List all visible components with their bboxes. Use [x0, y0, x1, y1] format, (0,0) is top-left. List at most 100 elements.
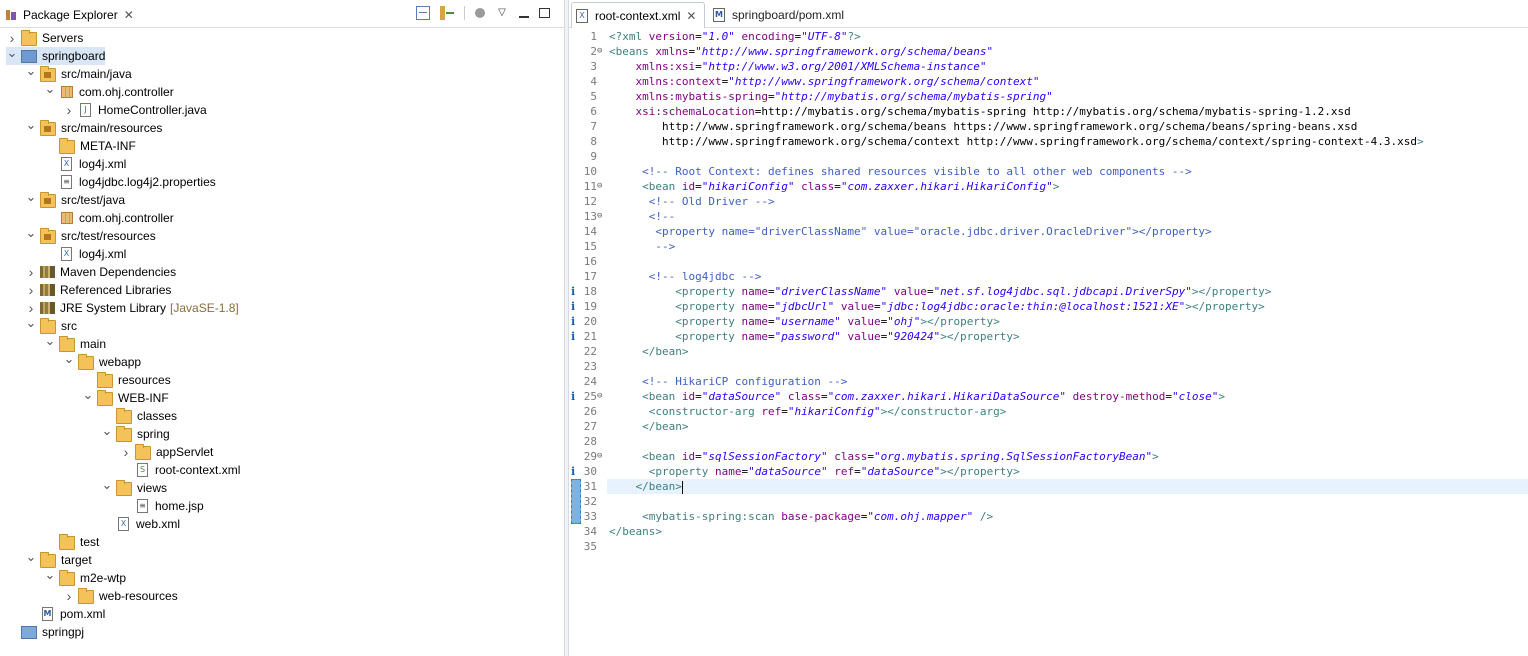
- tree-item[interactable]: Xweb.xml: [101, 515, 180, 533]
- fold-icon[interactable]: ⊖: [597, 209, 607, 224]
- code-line: xsi:schemaLocation=http://mybatis.org/sc…: [635, 105, 1351, 118]
- tree-item[interactable]: ⌄ spring: [101, 423, 170, 443]
- tree-item[interactable]: › Referenced Libraries: [25, 281, 172, 299]
- tree-item[interactable]: ⌄ src/main/resources: [25, 117, 162, 137]
- chevron-right-icon[interactable]: ›: [6, 30, 18, 46]
- tree-item[interactable]: com.ohj.controller: [44, 209, 174, 227]
- tree-item[interactable]: test: [44, 533, 99, 551]
- tree-item[interactable]: › Maven Dependencies: [25, 263, 176, 281]
- line-number: 34: [583, 525, 597, 538]
- java-file-icon: J: [80, 103, 91, 117]
- code-line: <!-- log4jdbc -->: [609, 270, 762, 283]
- line-number: 27: [583, 420, 597, 433]
- tree-item[interactable]: › web-resources: [63, 587, 178, 605]
- maven-project-icon: [21, 49, 37, 63]
- tree-item-label: src/main/java: [61, 67, 132, 81]
- project-icon: [21, 625, 37, 639]
- chevron-right-icon[interactable]: ›: [25, 282, 37, 298]
- tree-item[interactable]: ⌄ springboard: [6, 45, 106, 65]
- view-menu-icon[interactable]: ▽: [495, 6, 509, 20]
- info-icon[interactable]: i: [571, 329, 579, 344]
- chevron-down-icon[interactable]: ⌄: [6, 45, 18, 60]
- fold-icon[interactable]: ⊖: [597, 179, 607, 194]
- chevron-down-icon[interactable]: ⌄: [44, 81, 56, 96]
- tree-item[interactable]: › JRE System Library [JavaSE-1.8]: [25, 299, 239, 317]
- tree-item[interactable]: resources: [82, 371, 171, 389]
- close-icon[interactable]: ✕: [686, 9, 696, 23]
- tree-item[interactable]: ⌄ com.ohj.controller: [44, 81, 174, 101]
- chevron-down-icon[interactable]: ⌄: [25, 225, 37, 240]
- line-number: 33: [583, 510, 597, 523]
- focus-task-icon[interactable]: [475, 8, 485, 18]
- tree-item[interactable]: Xlog4j.xml: [44, 245, 126, 263]
- tree-item[interactable]: springpj: [6, 623, 84, 641]
- fold-icon[interactable]: ⊖: [597, 449, 607, 464]
- info-icon[interactable]: i: [571, 314, 579, 329]
- code-line: </bean>: [635, 480, 683, 494]
- chevron-down-icon[interactable]: ⌄: [101, 423, 113, 438]
- link-with-editor-icon[interactable]: [440, 6, 454, 20]
- tree-item[interactable]: ⌄ src/main/java: [25, 63, 132, 83]
- chevron-down-icon[interactable]: ⌄: [25, 117, 37, 132]
- tree-item-label: Servers: [42, 31, 84, 45]
- fold-icon[interactable]: ⊖: [597, 389, 607, 404]
- chevron-right-icon[interactable]: ›: [120, 444, 132, 460]
- chevron-down-icon[interactable]: ⌄: [25, 549, 37, 564]
- chevron-down-icon[interactable]: ⌄: [25, 63, 37, 78]
- folder-icon: [135, 444, 151, 460]
- tree-item[interactable]: Xlog4j.xml: [44, 155, 126, 173]
- collapse-all-icon[interactable]: [416, 6, 430, 20]
- tree-item[interactable]: ⌄ main: [44, 333, 106, 353]
- tree-item[interactable]: › Servers: [6, 29, 83, 47]
- line-number: 10: [583, 165, 597, 178]
- tree-item[interactable]: › appServlet: [120, 443, 213, 461]
- chevron-right-icon[interactable]: ›: [63, 102, 75, 118]
- tree-item[interactable]: Sroot-context.xml: [120, 461, 240, 479]
- chevron-down-icon[interactable]: ⌄: [25, 315, 37, 330]
- chevron-down-icon[interactable]: ⌄: [101, 477, 113, 492]
- maximize-icon[interactable]: [539, 8, 550, 18]
- tree-item[interactable]: ⌄ src/test/java: [25, 189, 125, 209]
- line-number: 14: [583, 225, 597, 238]
- tree-item[interactable]: ≡ log4jdbc.log4j2.properties: [44, 173, 216, 191]
- chevron-down-icon[interactable]: ⌄: [82, 387, 94, 402]
- tab-root-context-xml[interactable]: X root-context.xml ✕: [571, 2, 706, 28]
- info-icon[interactable]: i: [571, 464, 579, 479]
- tree-item[interactable]: ⌄ target: [25, 549, 92, 569]
- info-icon[interactable]: i: [571, 389, 579, 404]
- line-number: 9: [590, 150, 597, 163]
- line-number: 1: [590, 30, 597, 43]
- tree-item[interactable]: META-INF: [44, 137, 136, 155]
- tree-item[interactable]: › J HomeController.java: [63, 101, 207, 119]
- chevron-right-icon[interactable]: ›: [25, 264, 37, 280]
- chevron-down-icon[interactable]: ⌄: [44, 567, 56, 582]
- minimize-icon[interactable]: [519, 8, 529, 18]
- tree-item[interactable]: ⌄ src/test/resources: [25, 225, 156, 245]
- properties-file-icon: ≡: [61, 175, 72, 189]
- tab-package-explorer[interactable]: Package Explorer ✕: [0, 2, 142, 27]
- code-line: http://www.springframework.org/schema/be…: [609, 120, 1358, 133]
- folder-icon: [78, 588, 94, 604]
- chevron-right-icon[interactable]: ›: [63, 588, 75, 604]
- source-folder-icon: [40, 120, 56, 136]
- chevron-right-icon[interactable]: ›: [25, 300, 37, 316]
- tree-item[interactable]: Mpom.xml: [25, 605, 105, 623]
- tree-item[interactable]: ⌄ m2e-wtp: [44, 567, 126, 587]
- xml-source-editor[interactable]: 1 <?xml version="1.0" encoding="UTF-8"?> 2…: [569, 28, 1528, 656]
- close-icon[interactable]: ✕: [124, 8, 134, 22]
- fold-icon[interactable]: ⊖: [597, 44, 607, 59]
- folder-icon: [116, 426, 132, 442]
- maven-file-icon: M: [713, 7, 725, 22]
- tree-item[interactable]: ⌄ WEB-INF: [82, 387, 169, 407]
- chevron-down-icon[interactable]: ⌄: [25, 189, 37, 204]
- folder-icon: [21, 30, 37, 46]
- tree-item[interactable]: ⌄ webapp: [63, 351, 141, 371]
- info-icon[interactable]: i: [571, 299, 579, 314]
- line-number: 28: [583, 435, 597, 448]
- tree-item[interactable]: ⌄ views: [101, 477, 167, 497]
- chevron-down-icon[interactable]: ⌄: [44, 333, 56, 348]
- chevron-down-icon[interactable]: ⌄: [63, 351, 75, 366]
- tab-pom-xml[interactable]: M springboard/pom.xml: [709, 2, 852, 27]
- tree-item[interactable]: ≡ home.jsp: [120, 497, 204, 515]
- info-icon[interactable]: i: [571, 284, 579, 299]
